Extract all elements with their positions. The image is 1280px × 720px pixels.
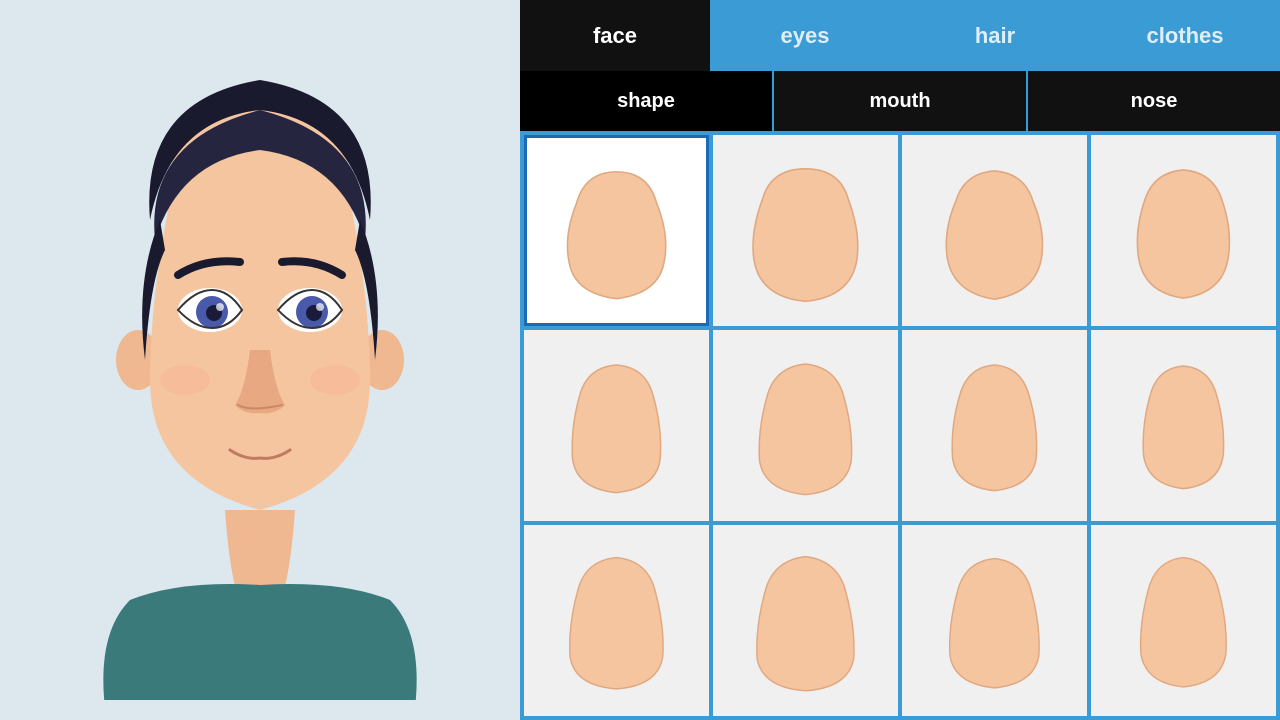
subtab-shape[interactable]: shape [520,71,774,131]
face-shape-9[interactable] [524,525,709,716]
face-shape-4[interactable] [1091,135,1276,326]
tab-clothes[interactable]: clothes [1090,0,1280,71]
top-tabs: face eyes hair clothes [520,0,1280,71]
avatar-panel [0,0,520,720]
tab-face[interactable]: face [520,0,710,71]
face-shape-2[interactable] [713,135,898,326]
sub-tabs: shape mouth nose [520,71,1280,131]
face-shape-10[interactable] [713,525,898,716]
face-shape-12[interactable] [1091,525,1276,716]
tab-hair[interactable]: hair [900,0,1090,71]
face-shape-1[interactable] [524,135,709,326]
subtab-nose[interactable]: nose [1028,71,1280,131]
face-shape-7[interactable] [902,330,1087,521]
face-shape-6[interactable] [713,330,898,521]
tab-eyes[interactable]: eyes [710,0,900,71]
face-grid [520,131,1280,720]
face-shape-11[interactable] [902,525,1087,716]
face-shape-3[interactable] [902,135,1087,326]
right-panel: face eyes hair clothes shape mouth nose [520,0,1280,720]
face-shape-5[interactable] [524,330,709,521]
subtab-mouth[interactable]: mouth [774,71,1028,131]
face-shape-8[interactable] [1091,330,1276,521]
avatar-svg [30,20,490,700]
